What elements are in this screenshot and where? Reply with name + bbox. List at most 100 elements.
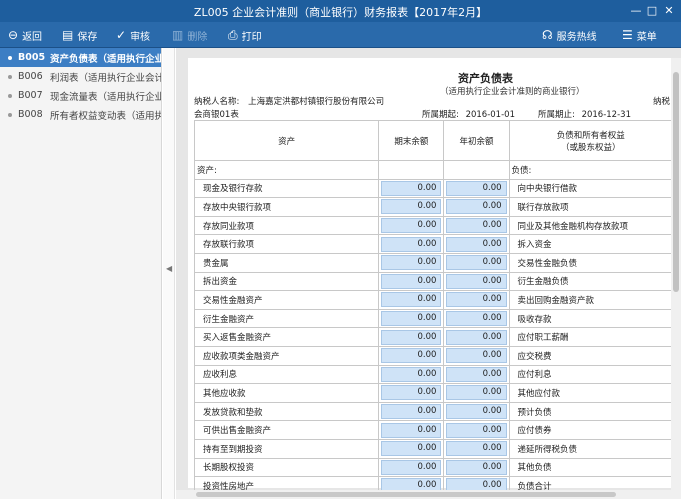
begin-balance-input[interactable]: 0.00 xyxy=(446,199,507,215)
taxpayer-name: 上海嘉定洪都村镇银行股份有限公司 xyxy=(248,97,385,107)
sidebar-item-b007[interactable]: B007 现金流量表（适用执行企业会计 xyxy=(0,86,161,105)
begin-balance-input[interactable]: 0.00 xyxy=(446,404,507,420)
asset-item: 存放同业款项 xyxy=(193,215,380,236)
begin-balance-input[interactable]: 0.00 xyxy=(446,329,507,345)
save-button[interactable]: ▤ 保存 xyxy=(62,27,97,43)
end-balance-input[interactable]: 0.00 xyxy=(381,255,442,271)
begin-balance-input[interactable]: 0.00 xyxy=(446,273,507,289)
vertical-scroll-thumb[interactable] xyxy=(673,72,679,292)
review-button[interactable]: ✓ 审核 xyxy=(116,27,150,43)
end-balance-input[interactable]: 0.00 xyxy=(381,404,442,420)
empty-cell xyxy=(378,160,445,180)
end-balance-cell: 0.00 xyxy=(378,383,445,403)
col-liability-line1: 负债和所有者权益 xyxy=(556,130,625,141)
back-arrow-icon: ⊖ xyxy=(8,28,19,42)
delete-button[interactable]: ▥ 删除 xyxy=(172,27,207,43)
asset-item: 交易性金融资产 xyxy=(193,290,380,310)
collapse-left-icon: ◀ xyxy=(166,264,173,273)
bullet-icon xyxy=(8,55,12,60)
begin-balance-input[interactable]: 0.00 xyxy=(446,180,507,196)
begin-balance-cell: 0.00 xyxy=(443,438,510,459)
end-balance-input[interactable]: 0.00 xyxy=(381,366,442,382)
asset-item: 可供出售金融资产 xyxy=(193,420,380,440)
liability-item: 其他应付款 xyxy=(508,383,674,403)
sidebar-item-b005[interactable]: B005 资产负债表（适用执行企业会计准则 xyxy=(0,48,161,67)
begin-balance-input[interactable]: 0.00 xyxy=(446,422,507,438)
horizontal-scroll-thumb[interactable] xyxy=(196,492,616,497)
end-balance-input[interactable]: 0.00 xyxy=(381,199,442,215)
report-content: 资产负债表 （适用执行企业会计准则的商业银行） 纳税人名称: 上海嘉定洪都村镇银… xyxy=(176,48,681,499)
end-balance-input[interactable]: 0.00 xyxy=(381,218,442,234)
end-balance-input[interactable]: 0.00 xyxy=(381,180,442,196)
form-number: 会商银01表 xyxy=(194,110,239,120)
period-start-label: 所属期起: xyxy=(422,110,459,120)
liability-item: 应付利息 xyxy=(508,364,674,385)
begin-balance-input[interactable]: 0.00 xyxy=(446,459,507,475)
vertical-scrollbar[interactable] xyxy=(671,58,681,490)
sidebar-item-b006[interactable]: B006 利润表（适用执行企业会计准则 xyxy=(0,67,161,86)
table-row: 可供出售金融资产 0.00 0.00 应付债券 xyxy=(193,420,674,440)
begin-balance-input[interactable]: 0.00 xyxy=(446,441,507,457)
begin-balance-input[interactable]: 0.00 xyxy=(446,311,507,327)
begin-balance-input[interactable]: 0.00 xyxy=(446,292,507,308)
toolbar: ⊖ 返回 ▤ 保存 ✓ 审核 ▥ 删除 ⎙ 打印 ☊ 服务热线 ☰ 菜单 xyxy=(0,22,681,48)
sidebar-collapse-handle[interactable]: ◀ xyxy=(163,48,175,499)
hotline-button[interactable]: ☊ 服务热线 xyxy=(542,27,597,43)
save-label: 保存 xyxy=(77,31,98,43)
end-balance-cell: 0.00 xyxy=(378,401,445,422)
minimize-button[interactable]: — xyxy=(628,3,644,18)
end-balance-input[interactable]: 0.00 xyxy=(381,329,442,345)
table-row: 拆出资金 0.00 0.00 衍生金融负债 xyxy=(193,271,674,292)
col-liability: 负债和所有者权益 （或股东权益） xyxy=(508,120,674,161)
liability-item: 衍生金融负债 xyxy=(508,271,674,292)
report-sidebar: B005资产负债表（适用执行企业会计准则B006利润表（适用执行企业会计准则B0… xyxy=(0,48,162,499)
printer-icon: ⎙ xyxy=(228,27,238,42)
begin-balance-input[interactable]: 0.00 xyxy=(446,366,507,382)
table-row: 应收款项类金融资产 0.00 0.00 应交税费 xyxy=(193,345,674,366)
end-balance-input[interactable]: 0.00 xyxy=(381,236,442,252)
end-balance-input[interactable]: 0.00 xyxy=(381,385,442,401)
save-icon: ▤ xyxy=(62,28,74,42)
begin-balance-cell: 0.00 xyxy=(443,252,510,273)
report-page: 资产负债表 （适用执行企业会计准则的商业银行） 纳税人名称: 上海嘉定洪都村镇银… xyxy=(188,58,674,496)
section-assets: 资产: xyxy=(193,160,380,180)
col-asset: 资产 xyxy=(193,120,380,161)
sidebar-item-b008[interactable]: B008 所有者权益变动表（适用执行 xyxy=(0,105,161,124)
begin-balance-input[interactable]: 0.00 xyxy=(446,255,507,271)
asset-item: 拆出资金 xyxy=(193,271,380,292)
end-balance-input[interactable]: 0.00 xyxy=(381,292,442,308)
end-balance-input[interactable]: 0.00 xyxy=(381,422,442,438)
back-button[interactable]: ⊖ 返回 xyxy=(8,27,42,43)
end-balance-input[interactable]: 0.00 xyxy=(381,459,442,475)
begin-balance-input[interactable]: 0.00 xyxy=(446,218,507,234)
window-title: ZL005 企业会计准则（商业银行）财务报表【2017年2月】 xyxy=(193,6,488,19)
end-balance-input[interactable]: 0.00 xyxy=(381,348,442,364)
review-label: 审核 xyxy=(130,31,151,43)
end-balance-input[interactable]: 0.00 xyxy=(381,311,442,327)
end-balance-cell: 0.00 xyxy=(378,290,445,310)
table-row: 存放中央银行款项 0.00 0.00 联行存放款项 xyxy=(193,197,674,217)
bullet-icon xyxy=(8,93,12,98)
begin-balance-input[interactable]: 0.00 xyxy=(446,348,507,364)
table-row: 长期股权投资 0.00 0.00 其他负债 xyxy=(193,457,674,478)
print-button[interactable]: ⎙ 打印 xyxy=(228,27,262,43)
end-balance-input[interactable]: 0.00 xyxy=(381,273,442,289)
maximize-button[interactable]: □ xyxy=(644,3,660,18)
begin-balance-input[interactable]: 0.00 xyxy=(446,236,507,252)
asset-item: 存放联行款项 xyxy=(193,234,380,254)
close-button[interactable]: ✕ xyxy=(661,3,677,18)
taxpayer-info: 纳税人名称: 上海嘉定洪都村镇银行股份有限公司 xyxy=(194,95,384,107)
begin-balance-cell: 0.00 xyxy=(443,290,510,310)
menu-button[interactable]: ☰ 菜单 xyxy=(622,27,657,43)
end-balance-input[interactable]: 0.00 xyxy=(381,441,442,457)
end-balance-cell: 0.00 xyxy=(378,420,445,440)
horizontal-scrollbar[interactable] xyxy=(176,490,681,499)
report-name: 利润表（适用执行企业会计准则 xyxy=(50,72,161,84)
col-end-balance: 期末余额 xyxy=(378,120,445,161)
period-end-value: 2016-12-31 xyxy=(581,110,631,120)
trash-icon: ▥ xyxy=(172,28,184,42)
begin-balance-input[interactable]: 0.00 xyxy=(446,385,507,401)
period-end-label: 所属期止: xyxy=(538,110,575,120)
begin-balance-cell: 0.00 xyxy=(443,327,510,347)
table-row: 应收利息 0.00 0.00 应付利息 xyxy=(193,364,674,385)
